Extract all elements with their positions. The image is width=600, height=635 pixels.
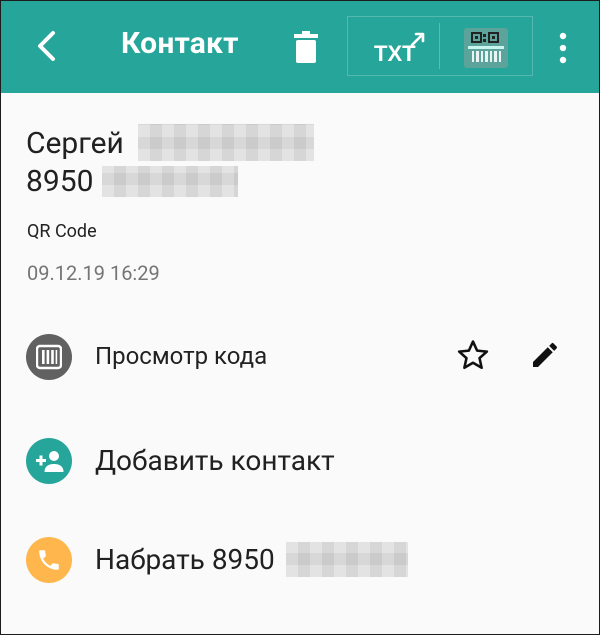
toolbar-divider	[439, 23, 440, 69]
app-toolbar: Контакт TXT	[0, 0, 600, 93]
more-options-button[interactable]	[548, 26, 578, 70]
back-button[interactable]	[26, 24, 66, 68]
view-code-icon-circle	[26, 334, 72, 380]
page-title: Контакт	[121, 26, 239, 61]
add-contact-row[interactable]: Добавить контакт	[0, 424, 600, 494]
export-txt-button[interactable]: TXT	[356, 23, 436, 69]
view-code-label: Просмотр кода	[95, 342, 268, 370]
txt-label: TXT	[374, 41, 416, 66]
add-person-icon	[36, 451, 64, 472]
edit-button[interactable]	[526, 336, 564, 374]
dial-icon-circle	[26, 537, 72, 583]
dial-label: Набрать 8950	[95, 543, 275, 576]
favorite-button[interactable]	[454, 336, 492, 374]
contact-name: Сергей	[26, 126, 124, 161]
qr-code-icon	[464, 28, 508, 68]
add-contact-label: Добавить контакт	[95, 444, 335, 477]
star-outline-icon	[457, 340, 489, 370]
redacted-phone-digits	[102, 166, 238, 197]
toolbar-action-group: TXT	[347, 16, 533, 76]
delete-button[interactable]	[286, 26, 326, 68]
qr-scan-button[interactable]	[464, 28, 508, 68]
scan-timestamp: 09.12.19 16:29	[27, 261, 160, 285]
phone-icon	[39, 550, 59, 570]
code-type-label: QR Code	[27, 221, 97, 242]
more-vertical-icon	[559, 32, 567, 64]
redacted-dial-digits	[286, 542, 408, 577]
pencil-icon	[533, 342, 558, 367]
view-code-row[interactable]: Просмотр кода	[0, 320, 600, 390]
redacted-surname	[138, 124, 314, 161]
barcode-icon	[36, 344, 62, 370]
txt-export-icon: TXT	[374, 32, 425, 66]
add-contact-icon-circle	[26, 438, 72, 484]
contact-phone: 8950	[26, 164, 94, 199]
arrow-back-icon	[38, 31, 55, 61]
trash-icon	[294, 31, 318, 63]
